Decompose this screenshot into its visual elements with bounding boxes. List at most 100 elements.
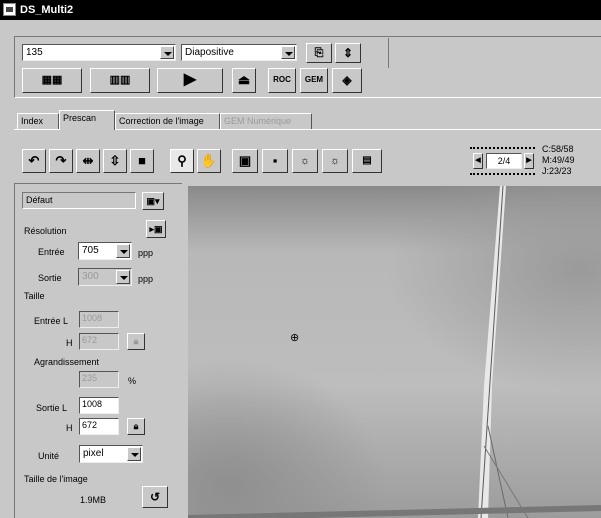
eraser-icon: ◈ [342,73,352,87]
manual-ae-button[interactable]: ☼ [322,149,348,173]
ae-icon: ☼ [299,155,311,167]
frame-number-field[interactable]: 2/4 [486,153,522,169]
folder-icon: ⎘ [314,47,324,59]
manual-focus-button[interactable]: ▪ [262,149,288,173]
percent-unit: % [128,376,137,386]
tab-prescan[interactable]: Prescan [59,110,115,130]
output-width-label: Sortie L [36,403,68,413]
chevron-down-icon: ▣▾ [146,196,160,206]
unit-label: Unité [38,451,60,461]
roc-icon: ROC [273,75,291,84]
input-height-field[interactable]: 672 [79,333,119,350]
c-counter: C:58/58 [542,144,574,154]
gem-icon: GEM [304,75,324,84]
ruler-icon: ⇕ [342,46,354,60]
resolution-preset-button[interactable]: ▸▣ [146,220,166,238]
film-frame-icon: ▥▥ [109,74,131,86]
rotate-left-icon: ↶ [28,153,40,168]
preset-field[interactable]: Défaut [22,192,136,209]
ppp-unit: ppp [138,248,154,258]
divider [388,38,601,68]
autofocus-button[interactable]: ▣ [232,149,258,173]
arrow-right-icon: ▶ [526,157,532,164]
crop-settings-button[interactable]: ⇕ [335,43,361,63]
m-counter: M:49/49 [542,155,575,165]
input-resolution-select[interactable]: 705 [78,242,132,260]
manual-focus-icon: ▪ [272,153,278,168]
film-type-select[interactable]: Diapositive [181,44,297,61]
image-size-value: 1.9MB [80,495,107,505]
output-resolution-select[interactable]: 300 [78,268,132,286]
preview-image[interactable]: ⊕ [188,186,601,518]
undo-icon: ↺ [149,490,161,504]
size-label: Taille [24,291,45,301]
film-size-select[interactable]: 135 [22,44,176,61]
rotate-right-button[interactable]: ↷ [49,149,73,173]
prescan-button[interactable]: ▥▥ [90,68,150,93]
chevron-down-icon[interactable] [160,46,174,59]
j-counter: J:23/23 [542,166,572,176]
chevron-down-icon[interactable] [116,244,130,258]
flip-vertical-icon: ⇳ [109,153,121,168]
manual-ae-icon: ☼ [329,155,341,167]
sailboat-mast-image [188,186,601,518]
scan-button[interactable]: ▶ [157,68,223,93]
resolution-label: Résolution [24,226,67,236]
chevron-down-icon[interactable] [127,447,141,461]
input-resolution-label: Entrée [38,247,65,257]
input-height-label: H [66,338,73,348]
crop-button[interactable]: ■ [130,149,154,173]
chevron-down-icon[interactable] [116,270,130,284]
output-height-label: H [66,423,73,433]
white-balance-icon: ▤ [362,155,372,166]
window-title: DS_Multi2 [20,4,74,16]
zoom-button[interactable]: ⚲ [170,149,194,173]
arrow-right-icon: ▸▣ [149,224,163,234]
rotate-left-button[interactable]: ↶ [22,149,46,173]
crop-icon: ■ [138,153,146,168]
arrow-left-icon: ◀ [475,157,481,164]
settings-button[interactable]: ⎘ [306,43,332,63]
input-width-label: Entrée L [34,316,69,326]
roc-button[interactable]: ROC [268,68,296,93]
hand-icon: ✋ [200,153,218,168]
flip-horizontal-button[interactable]: ⇹ [76,149,100,173]
rotate-right-icon: ↷ [55,153,67,168]
eject-button[interactable]: ⏏ [232,68,256,93]
prev-frame-button[interactable]: ◀ [473,153,483,169]
autofocus-icon: ▣ [238,153,252,168]
input-lock-button[interactable]: 🔒︎ [127,333,145,350]
output-lock-button[interactable]: 🔒︎ [127,418,145,435]
image-size-label: Taille de l'image [24,474,88,484]
flip-horizontal-icon: ⇹ [82,153,94,168]
reset-button[interactable]: ↺ [142,486,168,508]
input-width-field[interactable]: 1008 [79,311,119,328]
app-icon [3,3,16,16]
scan-arrow-icon: ▶ [183,71,197,88]
magnification-label: Agrandissement [34,357,100,367]
tab-image-correction[interactable]: Correction de l'image [115,113,220,129]
ppp-unit-2: ppp [138,274,154,284]
tool-button[interactable]: ◈ [332,68,362,93]
ae-button[interactable]: ☼ [292,149,318,173]
zoom-cursor-icon: ⊕ [290,332,300,344]
output-height-field[interactable]: 672 [79,418,119,435]
next-frame-button[interactable]: ▶ [524,153,534,169]
magnification-field[interactable]: 235 [79,371,119,388]
eject-icon: ⏏ [237,72,251,87]
preset-menu-button[interactable]: ▣▾ [142,192,164,210]
lock-icon: 🔒︎ [133,336,139,346]
gem-button[interactable]: GEM [300,68,328,93]
tab-digital-gem[interactable]: GEM Numérique [220,113,312,129]
output-resolution-label: Sortie [38,273,62,283]
index-scan-button[interactable]: ▦▦ [22,68,82,93]
flip-vertical-button[interactable]: ⇳ [103,149,127,173]
lock-icon: 🔒︎ [133,421,139,431]
output-width-field[interactable]: 1008 [79,397,119,414]
white-balance-button[interactable]: ▤ [352,149,382,173]
unit-select[interactable]: pixel [79,445,143,463]
film-strip-icon: ▦▦ [41,74,63,86]
hand-button[interactable]: ✋ [197,149,221,173]
tab-index[interactable]: Index [17,113,59,129]
chevron-down-icon[interactable] [281,46,295,59]
